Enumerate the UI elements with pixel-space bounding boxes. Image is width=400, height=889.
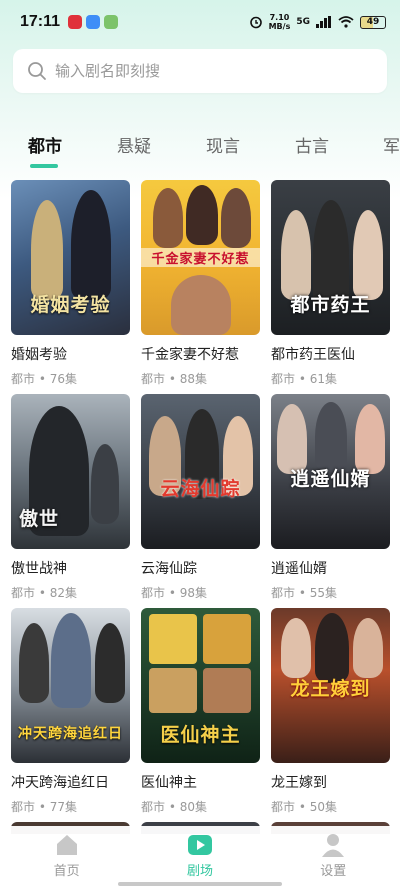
drama-title: 傲世战神	[11, 561, 67, 577]
nav-theater[interactable]: 剧场	[160, 832, 240, 889]
search-icon	[28, 62, 46, 80]
drama-poster[interactable]: 千金家妻不好惹	[141, 180, 260, 335]
drama-card[interactable]: 千金家妻不好惹 千金家妻不好惹 都市 • 88集	[141, 180, 260, 394]
signal-icon	[316, 16, 331, 28]
theater-play-icon	[187, 835, 212, 855]
drama-title: 龙王嫁到	[271, 775, 327, 791]
speed-value: 7.10	[269, 13, 290, 22]
tab-military[interactable]: 军	[383, 132, 400, 157]
poster-title: 龙王嫁到	[290, 678, 371, 700]
drama-grid: 婚姻考验 婚姻考验 都市 • 76集 千金家妻不好惹 千金家妻不好惹 都市 • …	[11, 180, 391, 822]
network-speed: 7.10 MB/s	[269, 13, 291, 31]
drama-title: 云海仙踪	[141, 561, 197, 577]
home-icon	[56, 835, 77, 855]
drama-meta: 都市 • 88集	[141, 372, 207, 386]
drama-title: 冲天跨海追红日	[11, 775, 109, 791]
bottom-navigation: 首页 剧场 设置	[0, 826, 400, 889]
home-indicator[interactable]	[118, 882, 282, 886]
tab-modern-romance[interactable]: 现言	[206, 132, 240, 157]
drama-poster[interactable]: 傲世	[11, 394, 130, 549]
drama-title: 都市药王医仙	[271, 347, 355, 363]
drama-meta: 都市 • 61集	[271, 372, 337, 386]
network-type: 5G	[296, 17, 310, 27]
drama-card[interactable]: 龙王嫁到 龙王嫁到 都市 • 50集	[271, 608, 390, 822]
nav-settings-label: 设置	[320, 864, 347, 879]
drama-meta: 都市 • 82集	[11, 586, 77, 600]
alarm-icon	[249, 16, 262, 29]
android-app-icon	[104, 15, 119, 29]
drama-card[interactable]: 逍遥仙婿 逍遥仙婿 都市 • 55集	[271, 394, 390, 608]
speed-unit: MB/s	[268, 22, 291, 31]
drama-title: 逍遥仙婿	[271, 561, 327, 577]
nav-home-label: 首页	[53, 864, 80, 879]
poster-title: 逍遥仙婿	[290, 468, 371, 490]
drama-meta: 都市 • 77集	[11, 800, 77, 814]
drama-card[interactable]: 冲天跨海追红日 冲天跨海追红日 都市 • 77集	[11, 608, 130, 822]
status-bar: 17:11 7.10 MB/s 5G 49	[0, 0, 400, 44]
drama-meta: 都市 • 76集	[11, 372, 77, 386]
drama-card[interactable]: 医仙神主 医仙神主 都市 • 80集	[141, 608, 260, 822]
poster-title: 医仙神主	[160, 724, 241, 746]
netease-app-icon	[68, 15, 83, 29]
poster-title: 婚姻考验	[30, 294, 111, 316]
search-bar[interactable]	[13, 49, 387, 93]
poster-title: 都市药王	[290, 294, 371, 316]
drama-meta: 都市 • 80集	[141, 800, 207, 814]
active-tab-indicator	[30, 164, 58, 168]
drama-meta: 都市 • 55集	[271, 586, 337, 600]
tab-ancient-romance[interactable]: 古言	[295, 132, 329, 157]
drama-title: 医仙神主	[141, 775, 197, 791]
nav-settings[interactable]: 设置	[293, 832, 373, 889]
drama-card[interactable]: 婚姻考验 婚姻考验 都市 • 76集	[11, 180, 130, 394]
drama-poster[interactable]: 婚姻考验	[11, 180, 130, 335]
status-app-icons	[68, 15, 119, 29]
profile-icon	[322, 834, 345, 857]
drama-card[interactable]: 都市药王 都市药王医仙 都市 • 61集	[271, 180, 390, 394]
poster-title: 傲世	[19, 508, 60, 530]
wifi-icon	[338, 16, 354, 28]
drama-card[interactable]: 云海仙踪 云海仙踪 都市 • 98集	[141, 394, 260, 608]
poster-title: 千金家妻不好惹	[141, 248, 260, 267]
drama-poster[interactable]: 云海仙踪	[141, 394, 260, 549]
drama-card[interactable]: 傲世 傲世战神 都市 • 82集	[11, 394, 130, 608]
battery-icon: 49	[360, 15, 386, 29]
tab-urban[interactable]: 都市	[28, 132, 62, 157]
drama-title: 千金家妻不好惹	[141, 347, 239, 363]
drama-poster[interactable]: 逍遥仙婿	[271, 394, 390, 549]
nav-theater-label: 剧场	[186, 864, 213, 879]
status-time: 17:11	[20, 13, 61, 30]
drama-poster[interactable]: 都市药王	[271, 180, 390, 335]
search-input[interactable]	[55, 62, 355, 80]
drama-title: 婚姻考验	[11, 347, 67, 363]
poster-title: 冲天跨海追红日	[18, 726, 123, 742]
drama-poster[interactable]: 龙王嫁到	[271, 608, 390, 763]
nav-home[interactable]: 首页	[27, 832, 107, 889]
poster-title: 云海仙踪	[160, 478, 241, 500]
category-tabs: 都市 悬疑 现言 古言 军	[0, 124, 400, 174]
drama-poster[interactable]: 医仙神主	[141, 608, 260, 763]
message-app-icon	[86, 15, 101, 29]
drama-meta: 都市 • 50集	[271, 800, 337, 814]
drama-poster[interactable]: 冲天跨海追红日	[11, 608, 130, 763]
tab-suspense[interactable]: 悬疑	[117, 132, 151, 157]
drama-meta: 都市 • 98集	[141, 586, 207, 600]
